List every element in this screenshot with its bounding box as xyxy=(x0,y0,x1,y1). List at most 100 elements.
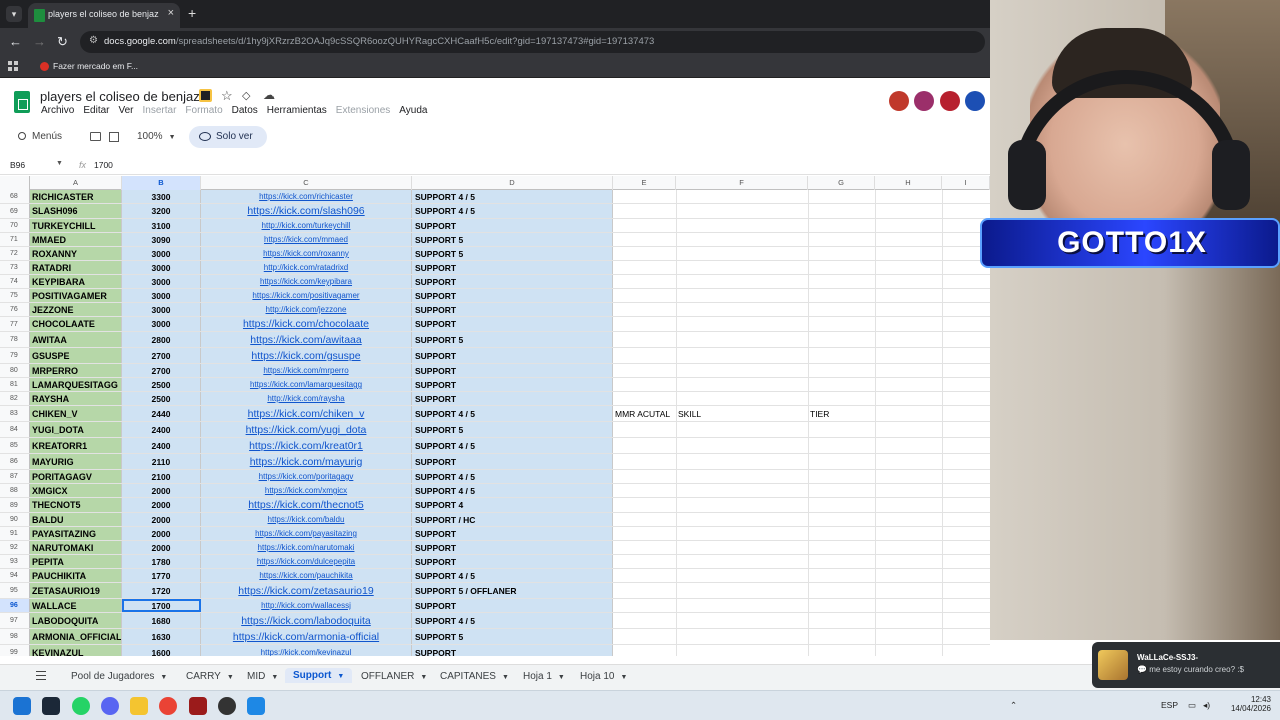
volume-icon[interactable]: ◂) xyxy=(1203,700,1210,711)
row-number[interactable]: 95 xyxy=(0,583,30,598)
mmr-cell[interactable]: 2100 xyxy=(122,470,201,483)
kick-link-cell[interactable]: https://kick.com/lamarquesitagg xyxy=(201,378,412,391)
role-cell[interactable]: SUPPORT xyxy=(412,303,613,316)
mmr-cell[interactable]: 3000 xyxy=(122,275,201,288)
player-name-cell[interactable]: AWITAA xyxy=(30,332,122,347)
kick-link-cell[interactable]: http://kick.com/wallacessj xyxy=(201,599,412,612)
clock[interactable]: 12:43 14/04/2026 xyxy=(1215,695,1271,713)
row-number[interactable]: 76 xyxy=(0,303,30,316)
role-cell[interactable]: SUPPORT xyxy=(412,275,613,288)
role-cell[interactable]: SUPPORT 4 / 5 xyxy=(412,438,613,453)
kick-link-cell[interactable]: https://kick.com/baldu xyxy=(201,513,412,526)
row-number[interactable]: 80 xyxy=(0,364,30,377)
row-number[interactable]: 71 xyxy=(0,233,30,246)
column-header-h[interactable]: H xyxy=(875,176,942,190)
menu-datos[interactable]: Datos xyxy=(232,105,258,116)
kick-link-cell[interactable]: https://kick.com/zetasaurio19 xyxy=(201,583,412,598)
mmr-cell[interactable]: 3000 xyxy=(122,247,201,260)
mmr-cell[interactable]: 1720 xyxy=(122,583,201,598)
apps-grid-icon[interactable] xyxy=(8,61,19,72)
sheet-tab-mid[interactable]: MID ▼ xyxy=(247,671,278,682)
column-header-b[interactable]: B xyxy=(122,176,201,190)
row-number[interactable]: 85 xyxy=(0,438,30,453)
extension-icon[interactable] xyxy=(940,91,960,111)
player-name-cell[interactable]: KREATORR1 xyxy=(30,438,122,453)
dota-icon[interactable] xyxy=(189,697,207,715)
mmr-cell[interactable]: 2000 xyxy=(122,498,201,512)
chevron-up-icon[interactable]: ⌃ xyxy=(1010,700,1017,711)
column-header-f[interactable]: F xyxy=(676,176,808,190)
sheet-tab-carry[interactable]: CARRY ▼ xyxy=(186,671,234,682)
role-cell[interactable]: SUPPORT 4 / 5 xyxy=(412,406,613,421)
chat-notification[interactable]: WaLLaCe-SSJ3- 💬 me estoy curando creo? :… xyxy=(1092,642,1280,688)
row-number[interactable]: 69 xyxy=(0,204,30,218)
mmr-cell[interactable]: 2700 xyxy=(122,364,201,377)
role-cell[interactable]: SUPPORT 4 / 5 xyxy=(412,484,613,497)
kick-link-cell[interactable]: https://kick.com/pauchikita xyxy=(201,569,412,582)
sheet-grid[interactable]: 68 RICHICASTER 3300 https://kick.com/richic… xyxy=(0,190,990,656)
row-number[interactable]: 87 xyxy=(0,470,30,483)
extension-icon[interactable] xyxy=(914,91,934,111)
player-name-cell[interactable]: PAUCHIKITA xyxy=(30,569,122,582)
sheet-tab-offlaner[interactable]: OFFLANER ▼ xyxy=(361,671,427,682)
role-cell[interactable]: SUPPORT xyxy=(412,317,613,331)
sheet-tab-capitanes[interactable]: CAPITANES ▼ xyxy=(440,671,509,682)
extension-icon[interactable] xyxy=(889,91,909,111)
menu-insertar[interactable]: Insertar xyxy=(143,105,177,116)
kick-link-cell[interactable]: http://kick.com/jezzone xyxy=(201,303,412,316)
kick-link-cell[interactable]: https://kick.com/gsuspe xyxy=(201,348,412,363)
kick-link-cell[interactable]: https://kick.com/chocolaate xyxy=(201,317,412,331)
kick-link-cell[interactable]: https://kick.com/thecnot5 xyxy=(201,498,412,512)
view-mode-button[interactable]: Solo ver xyxy=(189,126,267,148)
kick-link-cell[interactable]: https://kick.com/yugi_dota xyxy=(201,422,412,437)
player-name-cell[interactable]: CHOCOLAATE xyxy=(30,317,122,331)
mmr-cell[interactable]: 1770 xyxy=(122,569,201,582)
role-cell[interactable]: SUPPORT xyxy=(412,289,613,302)
mmr-cell[interactable]: 2000 xyxy=(122,484,201,497)
player-name-cell[interactable]: MRPERRO xyxy=(30,364,122,377)
row-number[interactable]: 94 xyxy=(0,569,30,582)
kick-link-cell[interactable]: https://kick.com/xmgicx xyxy=(201,484,412,497)
kick-link-cell[interactable]: http://kick.com/turkeychill xyxy=(201,219,412,232)
role-cell[interactable]: SUPPORT 4 / 5 xyxy=(412,470,613,483)
role-cell[interactable]: SUPPORT xyxy=(412,392,613,405)
kick-link-cell[interactable]: https://kick.com/poritagagv xyxy=(201,470,412,483)
language-indicator[interactable]: ESP xyxy=(1161,700,1178,710)
name-box[interactable]: B96 xyxy=(10,160,25,170)
kick-link-cell[interactable]: https://kick.com/labodoquita xyxy=(201,613,412,628)
player-name-cell[interactable]: KEVINAZUL xyxy=(30,645,122,656)
player-name-cell[interactable]: GSUSPE xyxy=(30,348,122,363)
column-header-e[interactable]: E xyxy=(613,176,676,190)
kick-link-cell[interactable]: https://kick.com/kreat0r1 xyxy=(201,438,412,453)
row-number[interactable]: 82 xyxy=(0,392,30,405)
player-name-cell[interactable]: RICHICASTER xyxy=(30,190,122,203)
player-name-cell[interactable]: NARUTOMAKI xyxy=(30,541,122,554)
row-number[interactable]: 72 xyxy=(0,247,30,260)
mmr-cell[interactable]: 2000 xyxy=(122,527,201,540)
role-cell[interactable]: SUPPORT xyxy=(412,555,613,568)
role-cell[interactable]: SUPPORT 5 xyxy=(412,629,613,644)
menu-editar[interactable]: Editar xyxy=(83,105,109,116)
star-icon[interactable]: ☆ xyxy=(221,88,233,104)
column-header-d[interactable]: D xyxy=(412,176,613,190)
role-cell[interactable]: SUPPORT 5 xyxy=(412,247,613,260)
player-name-cell[interactable]: ARMONIA_OFFICIAL xyxy=(30,629,122,644)
role-cell[interactable]: SUPPORT 5 xyxy=(412,332,613,347)
kick-link-cell[interactable]: https://kick.com/payasitazing xyxy=(201,527,412,540)
player-name-cell[interactable]: TURKEYCHILL xyxy=(30,219,122,232)
player-name-cell[interactable]: BALDU xyxy=(30,513,122,526)
player-name-cell[interactable]: ZETASAURIO19 xyxy=(30,583,122,598)
column-header-a[interactable]: A xyxy=(30,176,122,190)
kick-link-cell[interactable]: https://kick.com/keypibara xyxy=(201,275,412,288)
player-name-cell[interactable]: LAMARQUESITAGG xyxy=(30,378,122,391)
row-number[interactable]: 98 xyxy=(0,629,30,644)
row-number[interactable]: 84 xyxy=(0,422,30,437)
role-cell[interactable]: SUPPORT xyxy=(412,378,613,391)
column-header-g[interactable]: G xyxy=(808,176,875,190)
kick-link-cell[interactable]: https://kick.com/kevinazul xyxy=(201,645,412,656)
player-name-cell[interactable]: ROXANNY xyxy=(30,247,122,260)
role-cell[interactable]: SUPPORT 4 / 5 xyxy=(412,204,613,218)
column-header-c[interactable]: C xyxy=(201,176,412,190)
row-number[interactable]: 70 xyxy=(0,219,30,232)
role-cell[interactable]: SUPPORT xyxy=(412,454,613,469)
